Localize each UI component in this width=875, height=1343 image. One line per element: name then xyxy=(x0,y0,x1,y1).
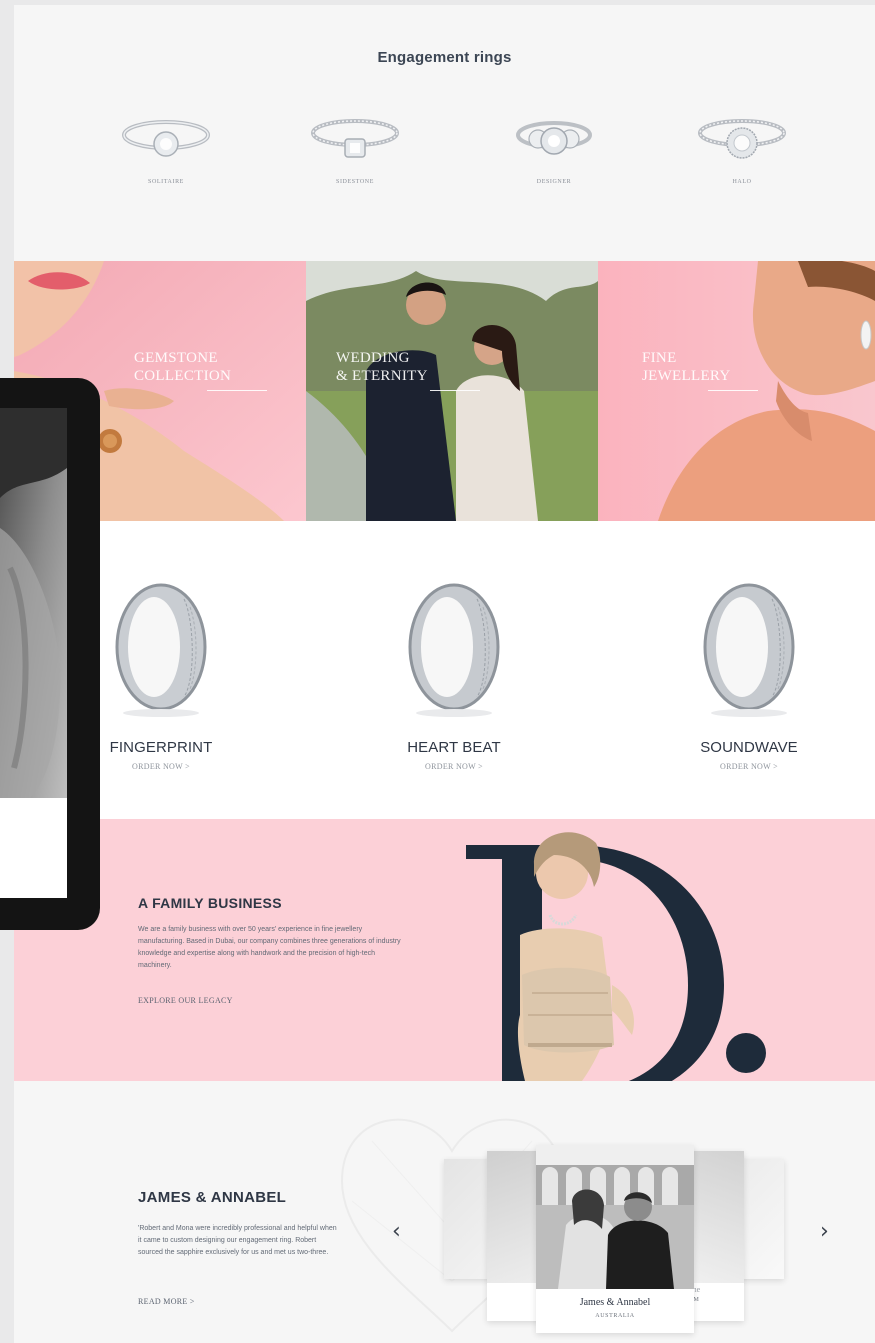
testimonial-title: JAMES & ANNABEL xyxy=(138,1189,287,1206)
band-name: SOUNDWAVE xyxy=(700,739,798,756)
carousel-prev-arrow[interactable]: ‹ xyxy=(392,1219,401,1244)
testimonial-quote: 'Robert and Mona were incredibly profess… xyxy=(138,1225,337,1256)
testimonial-section: JAMES & ANNABEL 'Robert and Mona were in… xyxy=(14,1081,875,1343)
order-now-link[interactable]: ORDER NOW > xyxy=(720,762,778,771)
heart-beat-ring-image xyxy=(408,583,500,717)
fine-jewellery-heading-line2: JEWELLERY xyxy=(642,368,731,384)
order-now-link[interactable]: ORDER NOW > xyxy=(425,762,483,771)
tablet-screen xyxy=(0,408,67,898)
read-more-link[interactable]: READ MORE > xyxy=(138,1297,195,1306)
engagement-item-halo[interactable]: HALO xyxy=(687,113,797,185)
wedding-heading-line2: & ETERNITY xyxy=(336,368,428,384)
engagement-label: SOLITAIRE xyxy=(148,179,184,185)
monogram-d-graphic xyxy=(466,832,766,1105)
carousel-card-active[interactable]: James & Annabel AUSTRALIA xyxy=(536,1145,694,1333)
carousel-next-arrow[interactable]: › xyxy=(820,1219,829,1244)
gemstone-heading-line2: COLLECTION xyxy=(134,368,232,384)
engagement-item-sidestone[interactable]: SIDESTONE xyxy=(300,113,410,185)
tablet-device-overlay xyxy=(0,378,100,930)
gemstone-collection-heading: GEMSTONE COLLECTION xyxy=(134,349,231,385)
wedding-couple-photo xyxy=(306,261,598,521)
engagement-title: Engagement rings xyxy=(377,49,512,66)
fingerprint-ring-image xyxy=(115,583,207,717)
halo-ring-image xyxy=(698,119,786,159)
fine-jewellery-heading: FINE JEWELLERY xyxy=(642,349,731,385)
gemstone-heading-line1: GEMSTONE xyxy=(134,350,218,366)
tablet-screen-photo xyxy=(0,408,67,898)
carousel-card-name: James & Annabel xyxy=(579,1297,651,1308)
wedding-underline xyxy=(430,390,480,391)
band-name: HEART BEAT xyxy=(407,739,501,756)
custom-bands-section: FINGERPRINT ORDER NOW > HEART BEAT ORDER… xyxy=(14,521,875,819)
page-canvas: Engagement rings SOLITAIRE SIDESTONE DES… xyxy=(14,5,875,1343)
fine-jewellery-banner[interactable]: FINE JEWELLERY xyxy=(598,261,875,521)
designer-ring-image xyxy=(516,121,592,155)
gemstone-underline xyxy=(207,390,267,391)
carousel-card-location: AUSTRALIA xyxy=(595,1313,635,1319)
family-business-title: A FAMILY BUSINESS xyxy=(138,895,282,911)
couple-photo xyxy=(536,1145,694,1289)
fine-jewellery-heading-line1: FINE xyxy=(642,350,677,366)
engagement-label: HALO xyxy=(732,179,752,185)
fine-jewellery-model-photo xyxy=(598,261,875,521)
engagement-item-solitaire[interactable]: SOLITAIRE xyxy=(111,113,221,185)
soundwave-ring-image xyxy=(703,583,795,717)
fine-jewellery-underline xyxy=(708,390,758,391)
wedding-eternity-banner[interactable]: WEDDING & ETERNITY xyxy=(306,261,598,521)
engagement-item-designer[interactable]: DESIGNER xyxy=(499,113,609,185)
wedding-eternity-heading: WEDDING & ETERNITY xyxy=(336,349,428,385)
family-business-body: We are a family business with over 50 ye… xyxy=(138,926,401,969)
explore-legacy-link[interactable]: EXPLORE OUR LEGACY xyxy=(138,996,233,1005)
band-item-heart-beat: HEART BEAT ORDER NOW > xyxy=(359,579,549,774)
engagement-label: DESIGNER xyxy=(536,179,572,185)
engagement-label: SIDESTONE xyxy=(336,179,374,185)
band-item-soundwave: SOUNDWAVE ORDER NOW > xyxy=(654,579,844,774)
sidestone-ring-image xyxy=(311,119,399,158)
order-now-link[interactable]: ORDER NOW > xyxy=(132,762,190,771)
wedding-heading-line1: WEDDING xyxy=(336,350,410,366)
solitaire-ring-image xyxy=(122,120,210,157)
